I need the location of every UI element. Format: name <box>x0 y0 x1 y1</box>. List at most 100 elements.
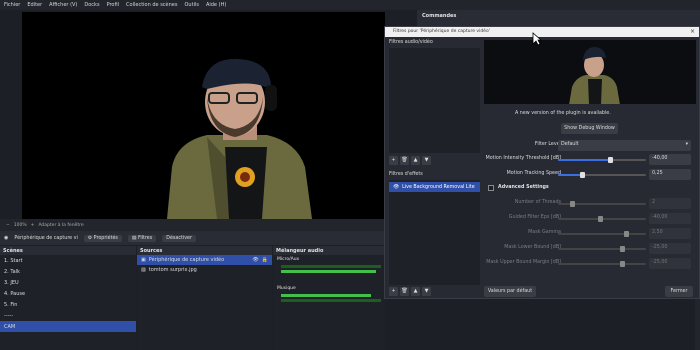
advanced-settings-label: Advanced Settings <box>498 185 549 190</box>
source-item[interactable]: ▨ tomtom surprix.jpg <box>137 265 272 275</box>
slider-thumb[interactable] <box>580 172 585 178</box>
program-preview[interactable] <box>22 12 385 219</box>
add-icon[interactable]: + <box>389 156 398 165</box>
mask-gamma-label: Mask Gamma <box>528 230 561 235</box>
mask-lower-input: -25,00 <box>649 243 691 254</box>
add-icon[interactable]: + <box>389 287 398 296</box>
threads-input: 2 <box>649 198 691 209</box>
trash-icon[interactable]: 🗑 <box>400 287 409 296</box>
guided-filter-row: Guided Filter Eps [dB] -40,00 <box>484 213 696 225</box>
dialog-title-text: Filtres pour 'Périphérique de capture vi… <box>393 29 490 34</box>
mask-lower-label: Mask Lower Bound [dB] <box>504 245 561 250</box>
motion-speed-row: Motion Tracking Speed 0,25 <box>484 169 696 181</box>
filters-button[interactable]: ▤ Filtres <box>127 234 157 242</box>
menu-file[interactable]: Fichier <box>4 2 20 8</box>
audio-meter-level <box>281 270 376 273</box>
defaults-button[interactable]: Valeurs par défaut <box>484 286 536 297</box>
close-icon[interactable]: × <box>690 28 695 35</box>
filter-level-select[interactable]: Default ▾ <box>558 140 691 151</box>
lock-icon[interactable]: 🔒 <box>262 257 268 263</box>
mask-gamma-slider <box>558 231 646 237</box>
eye-icon[interactable]: 👁 <box>393 185 399 190</box>
scene-item[interactable]: 3. JEU <box>0 277 136 288</box>
menu-scene-collection[interactable]: Collection de scènes <box>126 2 177 8</box>
zoom-out-icon[interactable]: − <box>6 223 10 228</box>
scene-item[interactable]: 2. Talk <box>0 266 136 277</box>
mask-upper-input: -25,00 <box>649 258 691 269</box>
scene-item[interactable]: 5. Fin <box>0 299 136 310</box>
arrow-down-icon[interactable]: ▼ <box>422 156 431 165</box>
filter-preview <box>484 40 696 104</box>
filters-dialog: Filtres pour 'Périphérique de capture vi… <box>384 26 700 299</box>
threads-row: Number of Threads 2 <box>484 198 696 210</box>
scene-item-selected[interactable]: CAM <box>0 321 136 332</box>
scenes-dock: Scènes 1. Start 2. Talk 3. JEU 4. Pause … <box>0 246 136 350</box>
source-item-selected[interactable]: ▣ Périphérique de capture vidéo 👁 🔒 <box>137 255 272 265</box>
menu-help[interactable]: Aide (H) <box>206 2 226 8</box>
arrow-down-icon[interactable]: ▼ <box>422 287 431 296</box>
fit-window-label[interactable]: Adapter à la fenêtre <box>38 223 83 228</box>
dialog-title: Filtres pour 'Périphérique de capture vi… <box>385 27 699 37</box>
advanced-settings-row: Advanced Settings <box>484 183 696 195</box>
webcam-person-image <box>167 58 312 219</box>
slider-fill <box>558 174 582 176</box>
source-label: Périphérique de capture vidéo <box>148 257 225 263</box>
mixer-track-name: Micro/Aux <box>277 257 300 262</box>
deactivate-button[interactable]: Désactiver <box>162 234 196 242</box>
sources-title: Sources <box>137 246 272 255</box>
motion-threshold-input[interactable]: -40,00 <box>649 154 691 165</box>
filter-item-selected[interactable]: 👁 Live Background Removal Lite <box>389 182 480 192</box>
mouse-cursor-icon <box>532 32 542 46</box>
scene-item[interactable]: ----- <box>0 310 136 321</box>
threads-label: Number of Threads <box>514 200 561 205</box>
sources-dock: Sources ▣ Périphérique de capture vidéo … <box>137 246 272 350</box>
menu-bar: Fichier Editer Afficher (V) Docks Profil… <box>0 0 700 10</box>
properties-button[interactable]: ⚙ Propriétés <box>83 234 122 242</box>
image-source-icon: ▨ <box>141 267 146 273</box>
update-notice: A new version of the plugin is available… <box>515 111 611 116</box>
audio-video-filter-list[interactable] <box>389 48 480 153</box>
trash-icon[interactable]: 🗑 <box>400 156 409 165</box>
slider-thumb <box>620 261 625 267</box>
motion-speed-input[interactable]: 0,25 <box>649 169 691 180</box>
visibility-eye-icon[interactable]: 👁 <box>252 257 258 263</box>
guided-filter-input: -40,00 <box>649 213 691 224</box>
filter-level-value: Default <box>561 142 579 147</box>
menu-tools[interactable]: Outils <box>185 2 199 8</box>
zoom-in-icon[interactable]: + <box>31 223 35 228</box>
chevron-down-icon: ▾ <box>685 142 688 147</box>
mask-gamma-input: 2,50 <box>649 228 691 239</box>
menu-profile[interactable]: Profil <box>107 2 119 8</box>
advanced-settings-checkbox[interactable] <box>488 185 494 191</box>
close-button[interactable]: Fermer <box>665 286 693 297</box>
effects-filters-label: Filtres d'effets <box>389 172 423 177</box>
effects-filter-list[interactable] <box>389 180 480 285</box>
filters-label: Filtres <box>137 235 153 241</box>
filter-level-row: Filter Level Default ▾ <box>484 140 696 152</box>
guided-filter-slider <box>558 216 646 222</box>
arrow-up-icon[interactable]: ▲ <box>411 287 420 296</box>
webcam-person-thumbnail <box>569 47 620 104</box>
scenes-title: Scènes <box>0 246 136 255</box>
motion-speed-slider[interactable] <box>558 172 646 178</box>
guided-filter-label: Guided Filter Eps [dB] <box>508 215 561 220</box>
mask-lower-slider <box>558 246 646 252</box>
motion-threshold-slider[interactable] <box>558 157 646 163</box>
scene-item[interactable]: 1. Start <box>0 255 136 266</box>
debug-window-button[interactable]: Show Debug Window <box>561 123 618 134</box>
menu-docks[interactable]: Docks <box>84 2 99 8</box>
scene-item[interactable]: 4. Pause <box>0 288 136 299</box>
mask-gamma-row: Mask Gamma 2,50 <box>484 228 696 240</box>
threads-slider <box>558 201 646 207</box>
menu-edit[interactable]: Editer <box>27 2 42 8</box>
menu-view[interactable]: Afficher (V) <box>49 2 77 8</box>
slider-thumb[interactable] <box>608 157 613 163</box>
motion-threshold-row: Motion Intensity Threshold [dB] -40,00 <box>484 154 696 166</box>
source-label: tomtom surprix.jpg <box>148 267 197 273</box>
commands-dock-title: Commandes <box>417 10 700 26</box>
arrow-up-icon[interactable]: ▲ <box>411 156 420 165</box>
slider-thumb <box>620 246 625 252</box>
mask-upper-label: Mask Upper Bound Margin [dB] <box>486 260 561 265</box>
audio-meter <box>281 265 381 268</box>
audio-video-filters-label: Filtres audio/vidéo <box>389 40 433 45</box>
